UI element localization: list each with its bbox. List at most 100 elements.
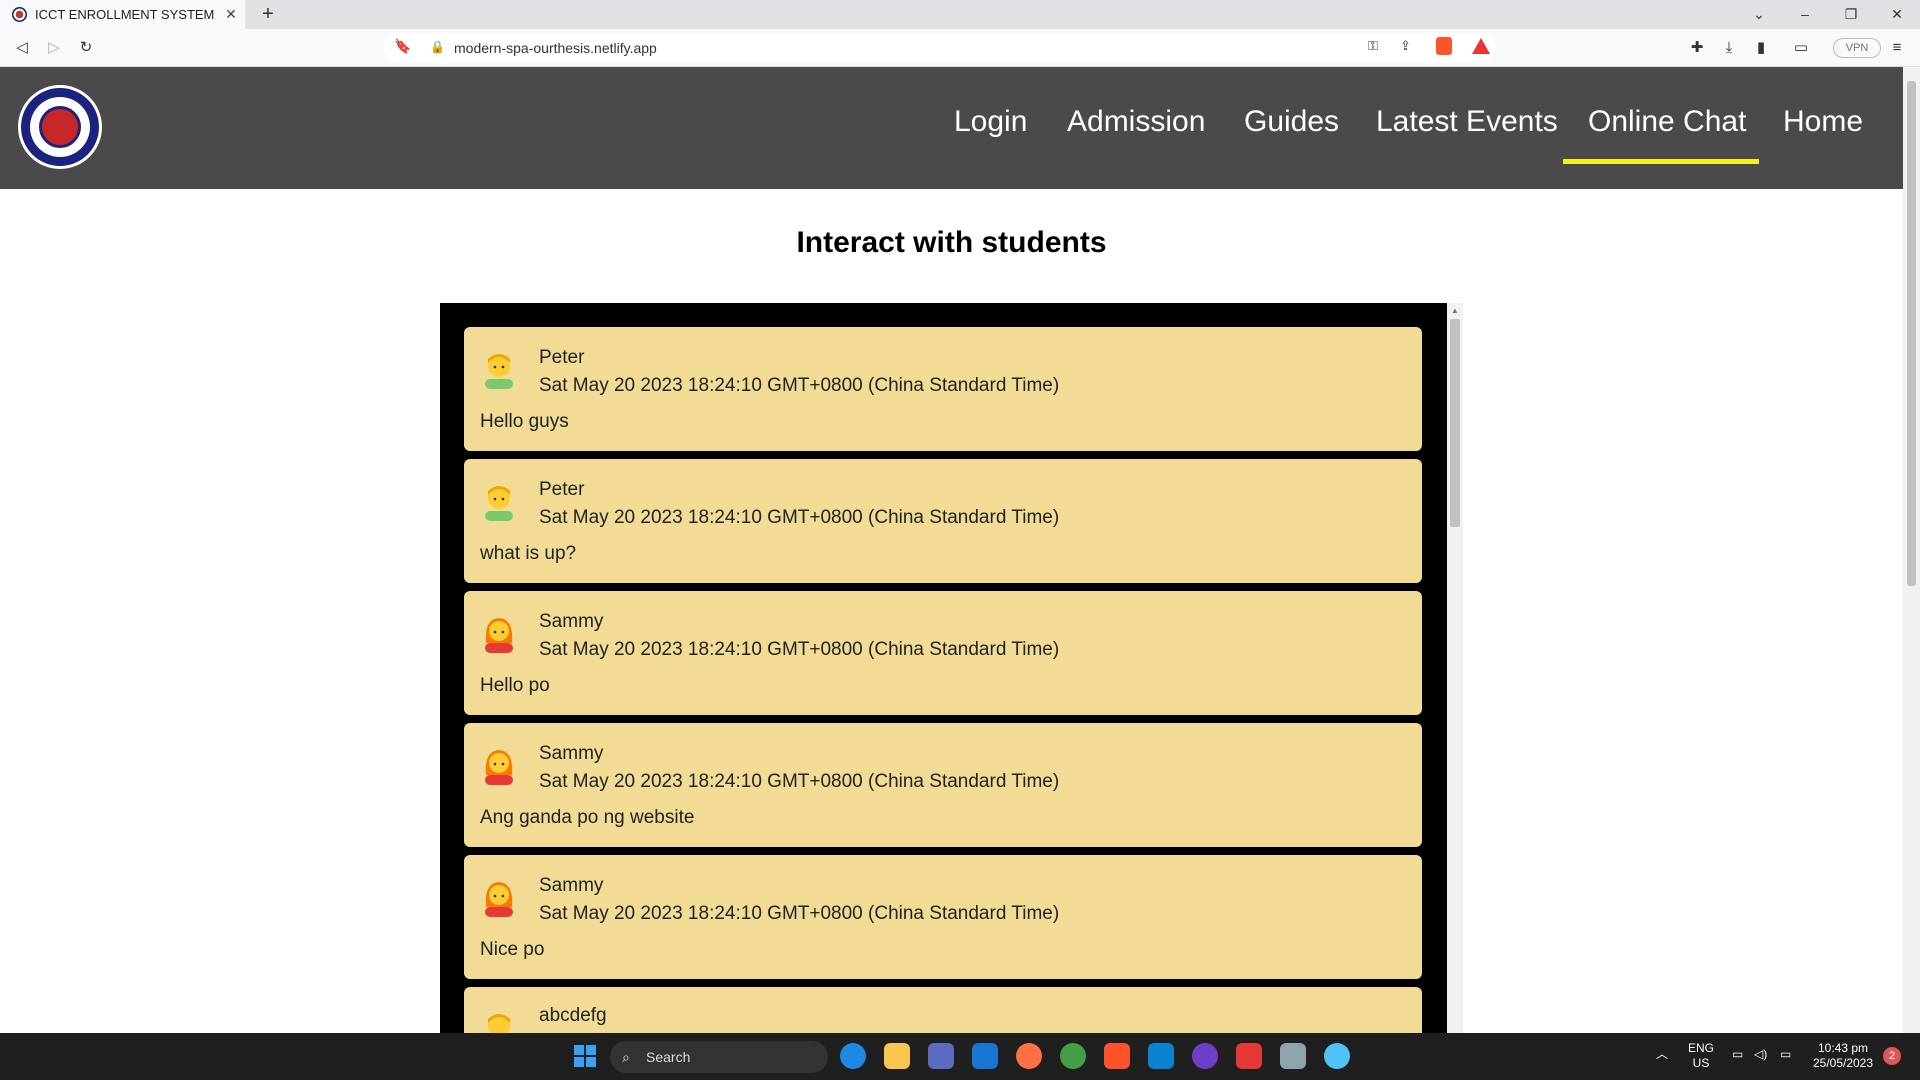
- tab-close-icon[interactable]: ✕: [217, 6, 245, 23]
- battery-icon[interactable]: ▭: [1780, 1047, 1791, 1062]
- site-favicon-icon: [12, 7, 27, 22]
- clock[interactable]: 10:43 pm 25/05/2023: [1808, 1041, 1878, 1071]
- message-author: Peter: [539, 479, 585, 500]
- chat-message: Peter Sat May 20 2023 18:24:10 GMT+0800 …: [464, 327, 1422, 451]
- language-code: ENG: [1688, 1041, 1715, 1055]
- browser-tab-strip: ICCT ENROLLMENT SYSTEM ✕ + ⌄ – ❐ ✕: [0, 0, 1920, 29]
- chat-message: Sammy Sat May 20 2023 18:24:10 GMT+0800 …: [464, 855, 1422, 979]
- man-emoji-icon: [485, 354, 513, 389]
- back-icon[interactable]: ◁: [11, 37, 33, 59]
- vpn-button[interactable]: VPN: [1833, 38, 1881, 58]
- nav-home[interactable]: Home: [1783, 105, 1863, 139]
- page-title: Interact with students: [796, 226, 1107, 259]
- brave-shield-icon[interactable]: [1436, 37, 1452, 55]
- nav-online-chat[interactable]: Online Chat: [1588, 105, 1746, 139]
- notification-badge[interactable]: 2: [1883, 1047, 1901, 1065]
- page-scroll-thumb[interactable]: [1907, 81, 1916, 586]
- message-author: Sammy: [539, 743, 604, 764]
- nav-guides[interactable]: Guides: [1244, 105, 1339, 139]
- message-timestamp: Sat May 20 2023 18:24:10 GMT+0800 (China…: [539, 639, 1060, 660]
- volume-icon[interactable]: ◁): [1754, 1047, 1767, 1062]
- message-text: Hello guys: [480, 411, 569, 432]
- message-timestamp: Sat May 20 2023 18:24:10 GMT+0800 (China…: [539, 903, 1060, 924]
- menu-icon[interactable]: ≡: [1886, 37, 1908, 59]
- minimize-icon[interactable]: –: [1782, 0, 1828, 29]
- brave-rewards-icon[interactable]: [1472, 38, 1490, 54]
- photos-icon[interactable]: [1280, 1043, 1306, 1069]
- message-timestamp: Sat May 20 2023 18:24:10 GMT+0800 (China…: [539, 375, 1060, 396]
- chat-message: Peter Sat May 20 2023 18:24:10 GMT+0800 …: [464, 459, 1422, 583]
- windows-start-icon[interactable]: [574, 1045, 596, 1067]
- search-label: Search: [646, 1049, 691, 1065]
- chat-scroll-thumb[interactable]: [1450, 319, 1460, 527]
- clock-time: 10:43 pm: [1817, 1041, 1869, 1055]
- message-timestamp: Sat May 20 2023 18:24:10 GMT+0800 (China…: [539, 507, 1060, 528]
- nav-admission[interactable]: Admission: [1067, 105, 1205, 139]
- window-close-icon[interactable]: ✕: [1874, 0, 1920, 29]
- url-text: modern-spa-ourthesis.netlify.app: [454, 40, 657, 56]
- reload-icon[interactable]: ↻: [75, 37, 97, 59]
- browser-toolbar: ◁ ▷ ↻ 🔖 🔒 modern-spa-ourthesis.netlify.a…: [0, 29, 1920, 67]
- downloads-icon[interactable]: ⤓: [1718, 37, 1740, 59]
- message-text: Ang ganda po ng website: [480, 807, 695, 828]
- language-indicator[interactable]: ENG US: [1688, 1041, 1714, 1071]
- site-header: Login Admission Guides Latest Events Onl…: [0, 67, 1903, 189]
- lock-icon[interactable]: 🔒: [430, 40, 445, 54]
- logo-ring: [30, 97, 90, 157]
- store-icon[interactable]: [928, 1043, 954, 1069]
- tray-overflow-chevron-icon[interactable]: ︿: [1656, 1047, 1668, 1062]
- keyboard-region: US: [1692, 1056, 1710, 1070]
- woman-emoji-icon: [485, 618, 513, 653]
- file-explorer-icon[interactable]: [884, 1043, 910, 1069]
- active-nav-underline: [1563, 159, 1759, 164]
- message-author: Peter: [539, 347, 585, 368]
- nav-login[interactable]: Login: [954, 105, 1027, 139]
- os-taskbar: ⌕ Search ︿ ENG US ▭ ◁) ▭ 10:43 pm 25/05/…: [0, 1033, 1920, 1080]
- nav-latest-events[interactable]: Latest Events: [1376, 105, 1558, 139]
- message-author: abcdefg: [539, 1005, 607, 1026]
- message-text: Nice po: [480, 939, 545, 960]
- scroll-up-arrow-icon[interactable]: ▲: [1451, 306, 1459, 315]
- edge-icon[interactable]: [840, 1043, 866, 1069]
- brave-icon[interactable]: [1104, 1043, 1130, 1069]
- chrome-icon[interactable]: [1060, 1043, 1086, 1069]
- mail-icon[interactable]: [972, 1043, 998, 1069]
- school-logo[interactable]: [18, 85, 102, 169]
- new-tab-icon[interactable]: +: [256, 3, 280, 27]
- message-timestamp: Sat May 20 2023 18:24:10 GMT+0800 (China…: [539, 771, 1060, 792]
- extensions-icon[interactable]: ✚: [1686, 37, 1708, 59]
- browser-tab[interactable]: ICCT ENROLLMENT SYSTEM ✕: [0, 0, 245, 29]
- man-emoji-icon: [488, 1014, 510, 1033]
- clock-date: 25/05/2023: [1812, 1056, 1874, 1070]
- share-icon[interactable]: ⇪: [1400, 38, 1411, 54]
- man-emoji-icon: [485, 486, 513, 521]
- taskbar-search[interactable]: ⌕ Search: [610, 1041, 828, 1073]
- restore-icon[interactable]: ❐: [1828, 0, 1874, 29]
- forward-icon[interactable]: ▷: [43, 37, 65, 59]
- tab-title: ICCT ENROLLMENT SYSTEM: [35, 7, 215, 22]
- network-icon[interactable]: ▭: [1732, 1047, 1743, 1062]
- message-text: what is up?: [480, 543, 577, 564]
- wallet-icon[interactable]: ▭: [1790, 37, 1812, 59]
- chat-scrollbar[interactable]: ▲: [1447, 303, 1463, 1033]
- bookmark-icon[interactable]: 🔖: [394, 38, 411, 55]
- vscode-icon[interactable]: [1148, 1043, 1174, 1069]
- tab-search-chevron-icon[interactable]: ⌄: [1736, 0, 1782, 29]
- message-author: Sammy: [539, 875, 604, 896]
- firefox-icon[interactable]: [1016, 1043, 1042, 1069]
- globe-app-icon[interactable]: [1324, 1043, 1350, 1069]
- sidebar-icon[interactable]: ▮: [1750, 37, 1772, 59]
- logo-seal: [39, 106, 81, 148]
- message-text: Hello po: [480, 675, 550, 696]
- key-icon[interactable]: ⚿: [1368, 38, 1378, 54]
- woman-emoji-icon: [485, 882, 513, 917]
- youtube-icon[interactable]: [1236, 1043, 1262, 1069]
- github-desktop-icon[interactable]: [1192, 1043, 1218, 1069]
- chat-message: Sammy Sat May 20 2023 18:24:10 GMT+0800 …: [464, 591, 1422, 715]
- page-scrollbar[interactable]: [1903, 67, 1920, 1033]
- chat-panel[interactable]: Peter Sat May 20 2023 18:24:10 GMT+0800 …: [440, 303, 1447, 1033]
- search-icon: ⌕: [622, 1049, 630, 1065]
- woman-emoji-icon: [485, 750, 513, 785]
- address-bar[interactable]: 🔖 🔒 modern-spa-ourthesis.netlify.app ⚿ ⇪: [384, 33, 1496, 63]
- message-author: Sammy: [539, 611, 604, 632]
